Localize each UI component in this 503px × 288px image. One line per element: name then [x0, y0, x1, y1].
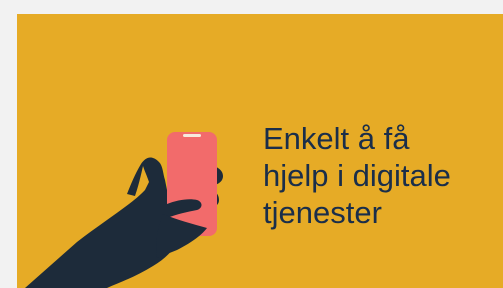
hand-shape [25, 157, 181, 288]
headline-line-1: Enkelt å få [263, 121, 410, 156]
page: Enkelt å få hjelp i digitale tjenester [0, 0, 503, 288]
banner-card: Enkelt å få hjelp i digitale tjenester [17, 14, 503, 288]
banner-headline: Enkelt å få hjelp i digitale tjenester [263, 120, 499, 231]
headline-line-2: hjelp i digitale [263, 158, 451, 193]
phone-notch [183, 134, 201, 137]
headline-line-3: tjenester [263, 195, 382, 230]
